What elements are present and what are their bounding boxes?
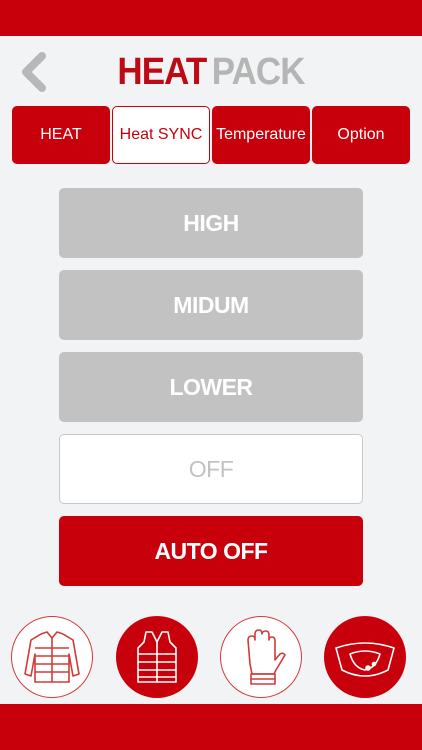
jacket-button[interactable] [11, 616, 93, 698]
top-status-bar [0, 0, 422, 36]
title-pack: PACK [211, 51, 306, 93]
tab-heat[interactable]: HEAT [12, 106, 110, 164]
product-selector [0, 616, 422, 700]
glove-icon [247, 629, 286, 685]
jacket-icon [24, 631, 80, 683]
page-title: HEAT PACK [17, 50, 405, 94]
auto-off-button[interactable]: AUTO OFF [59, 516, 363, 586]
tab-temperature[interactable]: Temperature [212, 106, 310, 164]
lower-button[interactable]: LOWER [59, 352, 363, 422]
vest-button[interactable] [116, 616, 198, 698]
vest-icon [137, 631, 177, 683]
high-button[interactable]: HIGH [59, 188, 363, 258]
tab-option[interactable]: Option [312, 106, 410, 164]
tab-heat-sync[interactable]: Heat SYNC [112, 106, 210, 164]
title-heat: HEAT [117, 51, 207, 93]
neck-warmer-button[interactable] [324, 616, 406, 698]
heat-level-list: HIGH MIDUM LOWER OFF AUTO OFF [59, 188, 363, 598]
bottom-bar [0, 704, 422, 750]
glove-button[interactable] [220, 616, 302, 698]
tab-bar: HEAT Heat SYNC Temperature Option [12, 106, 410, 164]
off-button[interactable]: OFF [59, 434, 363, 504]
neck-warmer-icon [335, 642, 395, 677]
medium-button[interactable]: MIDUM [59, 270, 363, 340]
